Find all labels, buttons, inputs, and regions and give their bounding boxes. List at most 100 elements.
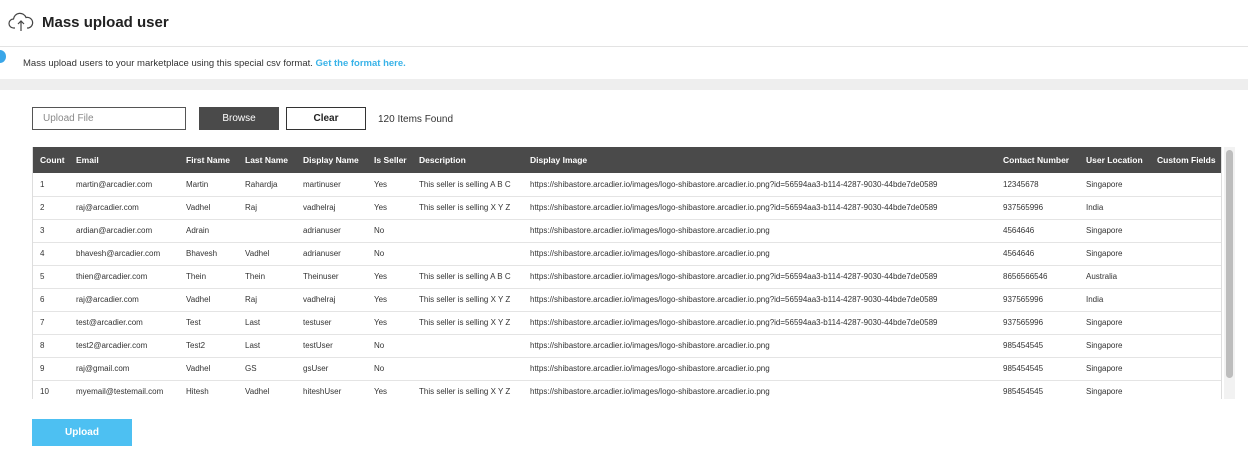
- info-message: Mass upload users to your marketplace us…: [23, 58, 313, 69]
- table-cell-user-location: Singapore: [1086, 249, 1123, 258]
- column-header-is-seller: Is Seller: [374, 155, 407, 165]
- table-cell-custom-fields: [1150, 196, 1221, 219]
- cloud-upload-icon: [8, 12, 34, 31]
- table-cell-is-seller: Yes: [374, 387, 388, 396]
- table-cell-display-name: vadhelraj: [303, 295, 336, 304]
- column-header-description: Description: [419, 155, 466, 165]
- table-cell-last-name: Vadhel: [245, 249, 270, 258]
- table-cell-description: [412, 219, 523, 242]
- table-row[interactable]: 1 martin@arcadier.com Martin Rahardja martin…: [33, 173, 1221, 196]
- table-cell-display-name: gsUser: [303, 364, 329, 373]
- table-cell-first-name: Thein: [186, 272, 207, 281]
- table-cell-description: This seller is selling X Y Z: [419, 203, 511, 212]
- table-cell-contact-number: 4564646: [1003, 226, 1035, 235]
- upload-button[interactable]: Upload: [32, 419, 132, 446]
- table-cell-last-name: Rahardja: [245, 179, 278, 189]
- table-cell-first-name: Vadhel: [186, 364, 211, 373]
- column-header-last-name: Last Name: [245, 155, 288, 165]
- table-cell-is-seller: Yes: [374, 179, 388, 189]
- table-cell-user-location: Singapore: [1086, 226, 1123, 235]
- table-row[interactable]: 4 bhavesh@arcadier.com Bhavesh Vadhel adrian…: [33, 242, 1221, 265]
- column-header-email: Email: [76, 155, 99, 165]
- table-cell-description: [412, 242, 523, 265]
- table-cell-email: test@arcadier.com: [76, 318, 143, 327]
- table-cell-last-name: Thein: [245, 272, 266, 281]
- table-cell-is-seller: No: [374, 341, 385, 350]
- info-bar: Mass upload users to your marketplace us…: [0, 47, 1248, 79]
- table-cell-count: 8: [40, 341, 45, 350]
- table-scrollbar-thumb[interactable]: [1226, 150, 1233, 378]
- table-cell-last-name: Raj: [245, 203, 258, 212]
- table-row[interactable]: 8 test2@arcadier.com Test2 Last testUser No ht…: [33, 334, 1221, 357]
- table-row[interactable]: 6 raj@arcadier.com Vadhel Raj vadhelraj Yes Th…: [33, 288, 1221, 311]
- table-cell-display-name: vadhelraj: [303, 203, 336, 212]
- table-cell-display-image: https://shibastore.arcadier.io/images/lo…: [530, 318, 938, 327]
- table-cell-description: This seller is selling A B C: [419, 272, 511, 281]
- info-dot-icon: [0, 50, 6, 63]
- users-table-container[interactable]: Count Email First Name Last Name Display Nam…: [32, 147, 1222, 399]
- table-cell-custom-fields: [1150, 173, 1221, 196]
- table-cell-first-name: Test2: [186, 341, 206, 350]
- table-cell-user-location: Singapore: [1086, 364, 1123, 373]
- table-cell-email: raj@arcadier.com: [76, 203, 139, 212]
- table-row[interactable]: 2 raj@arcadier.com Vadhel Raj vadhelraj Yes Th…: [33, 196, 1221, 219]
- table-cell-contact-number: 4564646: [1003, 249, 1035, 258]
- column-header-custom-fields: Custom Fields: [1157, 155, 1216, 165]
- table-cell-user-location: India: [1086, 203, 1104, 212]
- table-cell-email: test2@arcadier.com: [76, 341, 148, 350]
- table-cell-user-location: Australia: [1086, 272, 1118, 281]
- get-format-link[interactable]: Get the format here.: [316, 58, 406, 69]
- table-cell-custom-fields: [1150, 334, 1221, 357]
- table-cell-display-image: https://shibastore.arcadier.io/images/lo…: [530, 179, 938, 189]
- table-cell-custom-fields: [1150, 219, 1221, 242]
- items-found-count: 120 Items Found: [378, 114, 454, 125]
- table-row[interactable]: 7 test@arcadier.com Test Last testuser Yes Thi…: [33, 311, 1221, 334]
- table-cell-first-name: Martin: [186, 179, 209, 189]
- table-cell-first-name: Adrain: [186, 226, 210, 235]
- table-cell-user-location: Singapore: [1086, 318, 1123, 327]
- table-cell-contact-number: 937565996: [1003, 295, 1044, 304]
- table-cell-custom-fields: [1150, 242, 1221, 265]
- table-cell-display-name: martinuser: [303, 179, 341, 189]
- page-title: Mass upload user: [42, 14, 169, 31]
- table-cell-user-location: Singapore: [1086, 387, 1123, 396]
- upload-file-input[interactable]: [32, 107, 186, 130]
- table-cell-contact-number: 937565996: [1003, 203, 1044, 212]
- table-cell-last-name: [238, 219, 296, 242]
- table-cell-count: 6: [40, 295, 45, 304]
- table-cell-description: [412, 334, 523, 357]
- table-cell-display-image: https://shibastore.arcadier.io/images/lo…: [530, 364, 770, 373]
- browse-button[interactable]: Browse: [199, 107, 279, 130]
- table-cell-custom-fields: [1150, 311, 1221, 334]
- table-cell-contact-number: 937565996: [1003, 318, 1044, 327]
- table-cell-display-image: https://shibastore.arcadier.io/images/lo…: [530, 226, 770, 235]
- table-cell-last-name: Raj: [245, 295, 258, 304]
- table-cell-display-name: adrianuser: [303, 249, 341, 258]
- table-row[interactable]: 9 raj@gmail.com Vadhel GS gsUser No https://sh…: [33, 357, 1221, 380]
- table-cell-last-name: Vadhel: [245, 387, 270, 396]
- table-cell-email: thien@arcadier.com: [76, 272, 148, 281]
- table-cell-display-image: https://shibastore.arcadier.io/images/lo…: [530, 295, 938, 304]
- table-cell-custom-fields: [1150, 288, 1221, 311]
- table-row[interactable]: 10 myemail@testemail.com Hitesh Vadhel hites…: [33, 380, 1221, 399]
- table-cell-first-name: Test: [186, 318, 201, 327]
- table-cell-count: 4: [40, 249, 45, 258]
- column-header-contact-number: Contact Number: [1003, 155, 1070, 165]
- table-cell-is-seller: Yes: [374, 203, 388, 212]
- table-cell-email: raj@gmail.com: [76, 364, 130, 373]
- table-cell-description: This seller is selling X Y Z: [419, 318, 511, 327]
- page-header: Mass upload user: [0, 0, 1248, 47]
- table-cell-email: myemail@testemail.com: [76, 387, 164, 396]
- table-cell-count: 2: [40, 203, 45, 212]
- table-cell-email: martin@arcadier.com: [76, 179, 153, 189]
- table-row[interactable]: 5 thien@arcadier.com Thein Thein Theinuser Ye…: [33, 265, 1221, 288]
- table-cell-last-name: Last: [245, 318, 261, 327]
- clear-button[interactable]: Clear: [286, 107, 366, 130]
- table-cell-email: bhavesh@arcadier.com: [76, 249, 161, 258]
- section-divider: [0, 79, 1248, 90]
- table-cell-contact-number: 8656566546: [1003, 272, 1048, 281]
- table-cell-display-image: https://shibastore.arcadier.io/images/lo…: [530, 387, 770, 396]
- table-row[interactable]: 3 ardian@arcadier.com Adrain adrianuser No ht…: [33, 219, 1221, 242]
- info-text: Mass upload users to your marketplace us…: [23, 58, 406, 69]
- table-cell-is-seller: Yes: [374, 318, 388, 327]
